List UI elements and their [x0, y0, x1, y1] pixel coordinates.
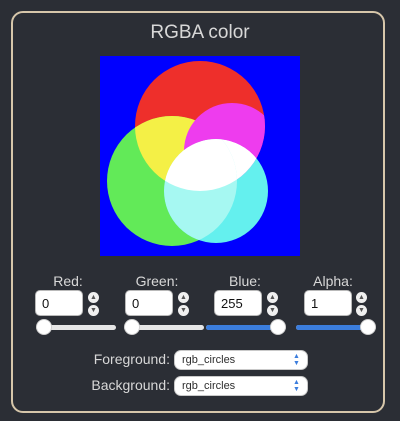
panel-title: RGBA color [150, 22, 250, 43]
blue-slider[interactable] [206, 319, 286, 336]
alpha-label: Alpha: [313, 273, 353, 289]
increment-icon[interactable]: ▲ [88, 292, 99, 303]
decrement-icon[interactable]: ▼ [267, 305, 278, 316]
slider-thumb[interactable] [124, 319, 140, 335]
slider-thumb[interactable] [360, 319, 376, 335]
increment-icon[interactable]: ▲ [267, 292, 278, 303]
chevron-up-down-icon: ▲ ▼ [293, 379, 300, 393]
green-label: Green: [135, 273, 179, 289]
green-input[interactable]: 0 [125, 290, 173, 316]
red-input[interactable]: 0 [35, 290, 83, 316]
red-slider[interactable] [36, 319, 116, 336]
foreground-label: Foreground: [93, 351, 170, 367]
foreground-value: rgb_circles [182, 354, 236, 366]
decrement-icon[interactable]: ▼ [178, 305, 189, 316]
chevron-up-down-icon: ▲ ▼ [293, 353, 300, 367]
slider-thumb[interactable] [270, 319, 286, 335]
increment-icon[interactable]: ▲ [178, 292, 189, 303]
background-value: rgb_circles [182, 380, 236, 392]
alpha-input[interactable]: 1 [304, 290, 352, 316]
foreground-select[interactable]: rgb_circles ▲ ▼ [174, 350, 308, 370]
blue-input[interactable]: 255 [214, 290, 262, 316]
blue-stepper[interactable]: ▲ ▼ [267, 292, 279, 316]
background-label: Background: [91, 377, 170, 393]
alpha-stepper[interactable]: ▲ ▼ [356, 292, 368, 316]
background-select[interactable]: rgb_circles ▲ ▼ [174, 376, 308, 396]
increment-icon[interactable]: ▲ [356, 292, 367, 303]
alpha-slider[interactable] [296, 319, 376, 336]
red-stepper[interactable]: ▲ ▼ [88, 292, 100, 316]
decrement-icon[interactable]: ▼ [88, 305, 99, 316]
red-label: Red: [53, 273, 83, 289]
decrement-icon[interactable]: ▼ [356, 305, 367, 316]
slider-thumb[interactable] [36, 319, 52, 335]
green-slider[interactable] [124, 319, 204, 336]
color-preview-canvas [100, 56, 300, 256]
blue-label: Blue: [229, 273, 261, 289]
green-stepper[interactable]: ▲ ▼ [178, 292, 190, 316]
